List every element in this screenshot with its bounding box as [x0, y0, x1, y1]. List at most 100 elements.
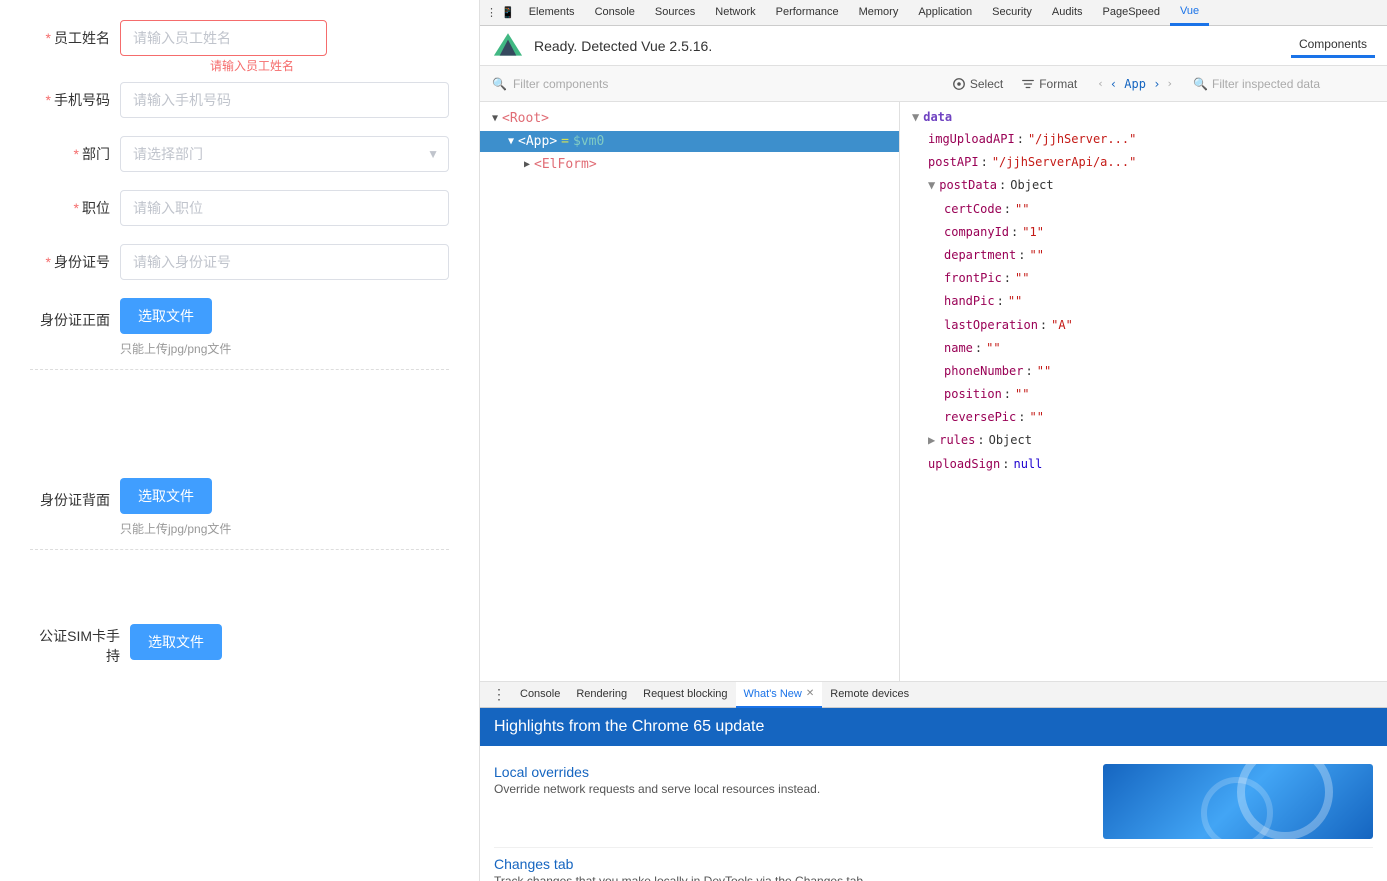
tree-item-root[interactable]: ▼ <Root>: [480, 108, 899, 129]
form-row-dept: 部门 请选择部门 ▼: [30, 136, 449, 172]
rules-expand-icon[interactable]: ▶: [928, 431, 935, 450]
devtools-device-icon: 📱: [501, 6, 515, 19]
key-uploadSign: uploadSign: [928, 455, 1000, 474]
upload-back-button[interactable]: 选取文件: [120, 478, 212, 514]
tab-pagespeed[interactable]: PageSpeed: [1093, 0, 1171, 26]
key-frontPic: frontPic: [944, 269, 1002, 288]
filter-components-input[interactable]: [513, 77, 668, 91]
bottom-menu-icon[interactable]: ⋮: [486, 682, 512, 707]
tab-performance[interactable]: Performance: [766, 0, 849, 26]
data-item-frontPic: frontPic : "": [928, 267, 1375, 290]
devtools-panel: ⋮ 📱 Elements Console Sources Network Per…: [480, 0, 1387, 881]
input-phone[interactable]: [120, 82, 449, 118]
whats-new-content: Local overrides Override network request…: [480, 746, 1387, 881]
tab-remote-devices[interactable]: Remote devices: [822, 682, 917, 708]
val-frontPic: "": [1015, 269, 1029, 288]
upload-front-button[interactable]: 选取文件: [120, 298, 212, 334]
tab-elements[interactable]: Elements: [519, 0, 585, 26]
vue-toolbar-right: Components: [1291, 33, 1375, 58]
colon-2: :: [981, 153, 988, 172]
key-name: name: [944, 339, 973, 358]
data-item-uploadSign: uploadSign : null: [912, 453, 1375, 476]
devtools-main: ▼ <Root> ▼ <App> = $vm0 ▶ <ElForm> ▼ dat…: [480, 102, 1387, 681]
key-handPic: handPic: [944, 292, 995, 311]
input-name[interactable]: [120, 20, 327, 56]
tab-security[interactable]: Security: [982, 0, 1042, 26]
input-idcard[interactable]: [120, 244, 449, 280]
spacer-2: [30, 558, 449, 618]
feature-text-1: Local overrides Override network request…: [494, 764, 1091, 839]
tree-item-elform[interactable]: ▶ <ElForm>: [480, 154, 899, 175]
data-item-rules: ▶ rules : Object: [912, 429, 1375, 452]
app-vm: $vm0: [573, 134, 604, 149]
val-lastOperation: "A": [1051, 316, 1073, 335]
tab-audits[interactable]: Audits: [1042, 0, 1093, 26]
form-row-idcard: 身份证号: [30, 244, 449, 280]
divider-1: [30, 369, 449, 370]
feature-title-1: Local overrides: [494, 764, 1091, 780]
postdata-children: certCode : "" companyId : "1" department…: [912, 198, 1375, 430]
tab-console[interactable]: Console: [585, 0, 645, 26]
key-reversePic: reversePic: [944, 408, 1016, 427]
tab-request-blocking[interactable]: Request blocking: [635, 682, 735, 708]
form-row-name: 员工姓名 请输入员工姓名: [30, 20, 449, 56]
format-label: Format: [1039, 77, 1077, 91]
data-item-postData: ▼ postData : Object: [912, 174, 1375, 197]
tab-memory[interactable]: Memory: [849, 0, 909, 26]
tab-sources[interactable]: Sources: [645, 0, 705, 26]
label-name: 员工姓名: [30, 20, 120, 48]
format-button[interactable]: Format: [1013, 74, 1085, 94]
key-postAPI: postAPI: [928, 153, 979, 172]
label-idcard: 身份证号: [30, 244, 120, 272]
error-name: 请输入员工姓名: [210, 57, 294, 74]
label-position: 职位: [30, 190, 120, 218]
root-tag: <Root>: [502, 111, 549, 126]
tab-rendering[interactable]: Rendering: [568, 682, 635, 708]
tab-network[interactable]: Network: [705, 0, 765, 26]
tree-item-app[interactable]: ▼ <App> = $vm0: [480, 131, 899, 152]
app-nav: ‹ ‹ App › ›: [1087, 74, 1183, 94]
comp-toolbar-right: Select Format ‹ ‹ App › › 🔍: [944, 74, 1375, 94]
elform-tag: <ElForm>: [534, 157, 597, 172]
select-icon: [952, 77, 966, 91]
vue-comp-toolbar: 🔍 Select Format ‹ ‹ App › ›: [480, 66, 1387, 102]
tab-vue[interactable]: Vue: [1170, 0, 1209, 26]
val-handPic: "": [1008, 292, 1022, 311]
key-certCode: certCode: [944, 200, 1002, 219]
data-expand-icon[interactable]: ▼: [912, 110, 919, 124]
data-header: ▼ data: [912, 110, 1375, 124]
nav-forward-icon[interactable]: ›: [1162, 77, 1177, 90]
val-rules-type: Object: [989, 431, 1032, 450]
nav-back-icon[interactable]: ‹: [1093, 77, 1108, 90]
whats-new-label: What's New: [744, 688, 802, 700]
comp-search-area: 🔍: [492, 77, 936, 91]
upload-bank-button[interactable]: 选取文件: [130, 624, 222, 660]
val-certCode: "": [1015, 200, 1029, 219]
devtools-tabs-bar: ⋮ 📱 Elements Console Sources Network Per…: [480, 0, 1387, 26]
vue-logo-icon: [492, 30, 524, 62]
app-equals: =: [561, 134, 569, 149]
feature-image-1: [1103, 764, 1373, 839]
val-postAPI: "/jjhServerApi/a...": [992, 153, 1137, 172]
tab-application[interactable]: Application: [908, 0, 982, 26]
val-name: "": [986, 339, 1000, 358]
label-phone: 手机号码: [30, 82, 120, 110]
val-imgUploadAPI: "/jjhServer...": [1028, 130, 1136, 149]
key-lastOperation: lastOperation: [944, 316, 1038, 335]
vue-toolbar: Ready. Detected Vue 2.5.16. Components: [480, 26, 1387, 66]
data-item-department: department : "": [928, 244, 1375, 267]
form-panel: 员工姓名 请输入员工姓名 手机号码 部门 请选择部门 ▼ 职位 身份证号 身份证…: [0, 0, 480, 881]
label-back-id: 身份证背面: [30, 482, 120, 510]
whats-new-close-icon[interactable]: ✕: [806, 688, 814, 699]
upload-front-section: 身份证正面 选取文件 只能上传jpg/png文件: [30, 298, 449, 357]
input-position[interactable]: [120, 190, 449, 226]
upload-back-row: 身份证背面 选取文件: [30, 478, 449, 514]
select-dept[interactable]: 请选择部门: [120, 136, 449, 172]
select-button[interactable]: Select: [944, 74, 1011, 94]
tab-console-bottom[interactable]: Console: [512, 682, 568, 708]
postdata-expand-icon[interactable]: ▼: [928, 176, 935, 195]
select-label: Select: [970, 77, 1003, 91]
tab-whats-new[interactable]: What's New ✕: [736, 682, 823, 708]
components-tab[interactable]: Components: [1291, 33, 1375, 58]
filter-inspected-input[interactable]: [1212, 77, 1367, 91]
